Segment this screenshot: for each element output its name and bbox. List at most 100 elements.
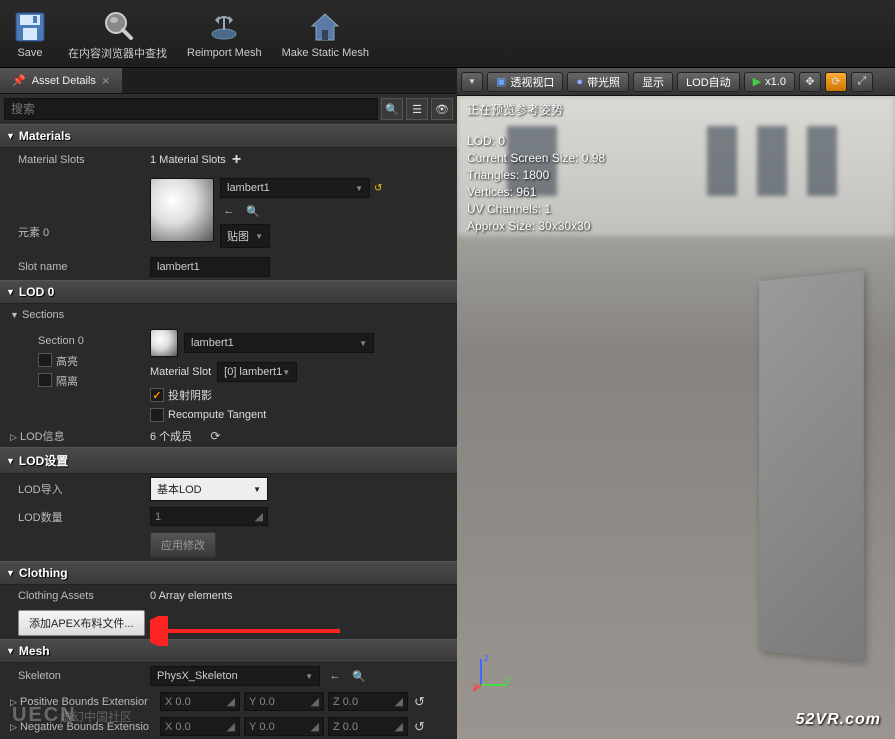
tab-asset-details[interactable]: 📌 Asset Details × [0, 68, 123, 93]
save-button[interactable]: Save [8, 7, 52, 61]
chevron-down-icon: ▼ [468, 77, 476, 86]
apply-changes-button[interactable]: 应用修改 [150, 532, 216, 558]
cast-shadow-label: 投射阴影 [168, 387, 212, 403]
scale-icon: ⤢ [858, 75, 867, 88]
browse-to-button[interactable]: 🔍 [350, 667, 368, 685]
reimport-mesh-icon [206, 9, 242, 45]
eye-icon: 👁 [435, 103, 449, 116]
category-mesh[interactable]: ▼Mesh [0, 639, 457, 663]
slot-name-input[interactable] [150, 257, 270, 277]
view-options-button[interactable]: ☰ [406, 98, 428, 120]
category-materials[interactable]: ▼Materials [0, 124, 457, 148]
chevron-down-icon: ▼ [253, 485, 261, 494]
lod-auto-button[interactable]: LOD自动 [677, 72, 740, 92]
collapse-arrow-icon: ▼ [6, 287, 15, 297]
stat-lod: LOD: 0 [467, 133, 605, 150]
make-static-mesh-button[interactable]: Make Static Mesh [278, 7, 373, 61]
sphere-icon: ● [576, 76, 583, 88]
reset-icon[interactable]: ↺ [414, 694, 425, 710]
section-material-thumbnail[interactable] [150, 329, 178, 357]
spinner-icon[interactable]: ◢ [255, 510, 263, 523]
material-thumbnail[interactable] [150, 178, 214, 242]
neg-y-input[interactable]: Y 0.0◢ [244, 717, 324, 736]
main-toolbar: Save 在内容浏览器中查找 Reimport Mesh Make Static… [0, 0, 895, 68]
lod-import-label: LOD导入 [10, 481, 150, 497]
find-label: 在内容浏览器中查找 [68, 45, 167, 61]
find-in-browser-button[interactable]: 在内容浏览器中查找 [64, 5, 171, 63]
svg-text:x: x [473, 681, 478, 692]
pos-y-input[interactable]: Y 0.0◢ [244, 692, 324, 711]
section-material-dropdown[interactable]: lambert1▼ [184, 333, 374, 353]
mesh-preview [759, 270, 864, 661]
reimport-label: Reimport Mesh [187, 47, 262, 59]
cast-shadow-checkbox[interactable] [150, 388, 164, 402]
watermark-uecn-sub: 虚幻中国社区 [60, 708, 132, 725]
highlight-checkbox[interactable] [38, 353, 52, 367]
close-icon[interactable]: × [102, 73, 110, 88]
stat-uv: UV Channels: 1 [467, 201, 605, 218]
search-input[interactable] [4, 98, 378, 120]
stat-triangles: Triangles: 1800 [467, 167, 605, 184]
watermark-text: 52VR.com [796, 711, 881, 729]
preview-status: 正在预览参考姿势 [467, 102, 605, 119]
skeleton-dropdown[interactable]: PhysX_Skeleton▼ [150, 666, 320, 686]
members-count: 6 个成员 [150, 428, 192, 444]
neg-x-input[interactable]: X 0.0◢ [160, 717, 240, 736]
skeleton-label: Skeleton [10, 670, 150, 682]
pos-x-input[interactable]: X 0.0◢ [160, 692, 240, 711]
add-material-slot-button[interactable]: + [232, 151, 241, 169]
use-selected-button[interactable]: ← [220, 202, 238, 220]
scale-tool-button[interactable]: ⤢ [851, 72, 873, 92]
add-apex-cloth-button[interactable]: 添加APEX布料文件... [18, 610, 145, 636]
material-dropdown[interactable]: lambert1▼ [220, 178, 370, 198]
stat-size: Approx Size: 30x30x30 [467, 218, 605, 235]
lit-mode-button[interactable]: ●带光照 [567, 72, 629, 92]
isolate-checkbox[interactable] [38, 373, 52, 387]
perspective-button[interactable]: ▣透视视口 [487, 72, 563, 92]
lod-count-input[interactable]: 1◢ [150, 507, 268, 526]
reset-icon[interactable]: ↺ [414, 719, 425, 735]
collapse-arrow-icon: ▼ [6, 646, 15, 656]
svg-text:z: z [484, 653, 489, 664]
material-slot-dropdown[interactable]: [0] lambert1▼ [217, 362, 297, 382]
playback-speed-button[interactable]: ▶x1.0 [744, 72, 795, 92]
collapse-arrow-icon: ▼ [6, 456, 15, 466]
viewport-options-button[interactable]: ▼ [461, 72, 483, 92]
category-lod-settings[interactable]: ▼LOD设置 [0, 447, 457, 474]
list-icon: ☰ [412, 103, 422, 116]
reset-badge-icon[interactable]: ↺ [374, 183, 382, 194]
clothing-assets-label: Clothing Assets [10, 590, 150, 602]
recompute-tangent-checkbox[interactable] [150, 408, 164, 422]
chevron-down-icon: ▼ [305, 672, 313, 681]
browse-to-button[interactable]: 🔍 [244, 202, 262, 220]
move-tool-button[interactable]: ✥ [799, 72, 821, 92]
neg-z-input[interactable]: Z 0.0◢ [328, 717, 408, 736]
show-button[interactable]: 显示 [633, 72, 673, 92]
slot-name-label: Slot name [10, 261, 150, 273]
filter-button[interactable]: 👁 [431, 98, 453, 120]
move-icon: ✥ [805, 75, 814, 88]
texture-dropdown[interactable]: 贴图▼ [220, 224, 270, 248]
3d-viewport[interactable]: 正在预览参考姿势 LOD: 0 Current Screen Size: 0.9… [457, 96, 895, 739]
rotate-tool-button[interactable]: ⟳ [825, 72, 847, 92]
category-clothing[interactable]: ▼Clothing [0, 561, 457, 585]
pos-z-input[interactable]: Z 0.0◢ [328, 692, 408, 711]
axis-gizmo: z y x [473, 653, 509, 689]
expand-arrow-icon[interactable]: ▼ [10, 310, 19, 320]
reimport-button[interactable]: Reimport Mesh [183, 7, 266, 61]
viewport-toolbar: ▼ ▣透视视口 ●带光照 显示 LOD自动 ▶x1.0 ✥ ⟳ ⤢ [457, 68, 895, 96]
tab-bar: 📌 Asset Details × [0, 68, 457, 94]
use-selected-button[interactable]: ← [326, 667, 344, 685]
details-panel: 📌 Asset Details × 🔍 ☰ 👁 ▼Materials Mater… [0, 68, 457, 739]
search-button[interactable]: 🔍 [381, 98, 403, 120]
category-lod0[interactable]: ▼LOD 0 [0, 280, 457, 304]
house-mesh-icon [307, 9, 343, 45]
refresh-icon[interactable]: ⟳ [210, 429, 220, 443]
collapse-arrow-icon: ▼ [6, 131, 15, 141]
expand-arrow-icon[interactable]: ▷ [10, 432, 17, 442]
highlight-label: 高亮 [56, 353, 78, 369]
stat-screensize: Current Screen Size: 0.98 [467, 150, 605, 167]
clothing-assets-value: 0 Array elements [150, 590, 233, 602]
material-slots-count: 1 Material Slots [150, 154, 226, 166]
lod-import-dropdown[interactable]: 基本LOD▼ [150, 477, 268, 501]
